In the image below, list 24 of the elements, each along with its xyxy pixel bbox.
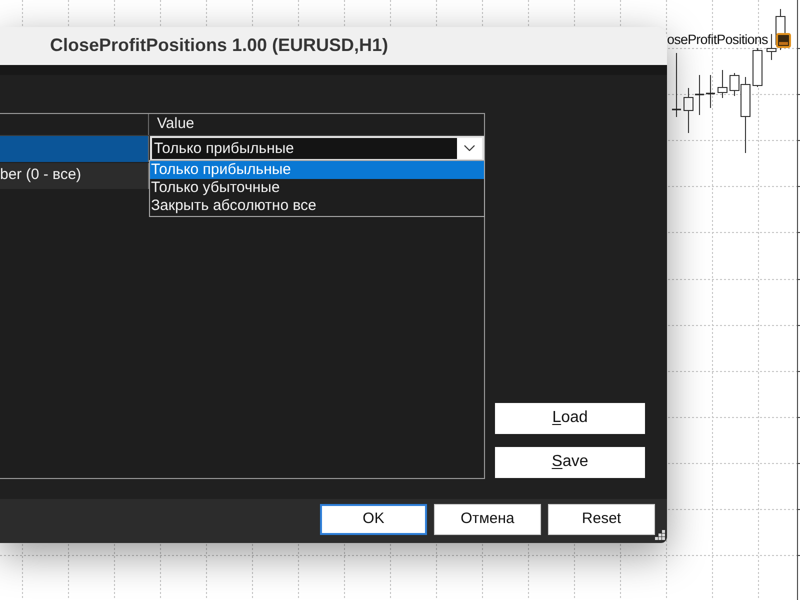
dialog-button[interactable]: Reset xyxy=(548,504,655,535)
column-header: Value xyxy=(156,114,196,134)
dropdown-option[interactable]: Только убыточные xyxy=(150,178,484,197)
candlestick xyxy=(718,70,728,98)
dropdown-field[interactable]: Только прибыльные xyxy=(150,136,484,161)
table-cell[interactable] xyxy=(0,136,149,162)
dialog-button[interactable]: OK xyxy=(320,504,427,535)
chevron-down-icon xyxy=(464,145,475,152)
side-button[interactable]: Load xyxy=(495,402,645,434)
dropdown-option[interactable]: Только прибыльные xyxy=(150,160,484,179)
dropdown-option[interactable]: Закрыть абсолютно все xyxy=(150,196,484,215)
candlestick xyxy=(672,52,681,118)
square-icon xyxy=(776,33,791,48)
candlestick xyxy=(695,74,704,116)
dropdown-button[interactable] xyxy=(457,138,482,159)
candlestick xyxy=(684,88,694,134)
window-title: CloseProfitPositions 1.00 (EURUSD,H1) xyxy=(50,34,388,58)
dialog-button[interactable]: Отмена xyxy=(434,504,541,535)
candlestick xyxy=(706,74,715,108)
resize-grip-icon xyxy=(655,530,665,540)
table-cell[interactable]: ber (0 - все) xyxy=(0,162,149,189)
candlestick xyxy=(752,48,762,88)
side-button[interactable]: Save xyxy=(495,446,645,478)
indicator-label: oseProfitPositions xyxy=(667,33,768,46)
